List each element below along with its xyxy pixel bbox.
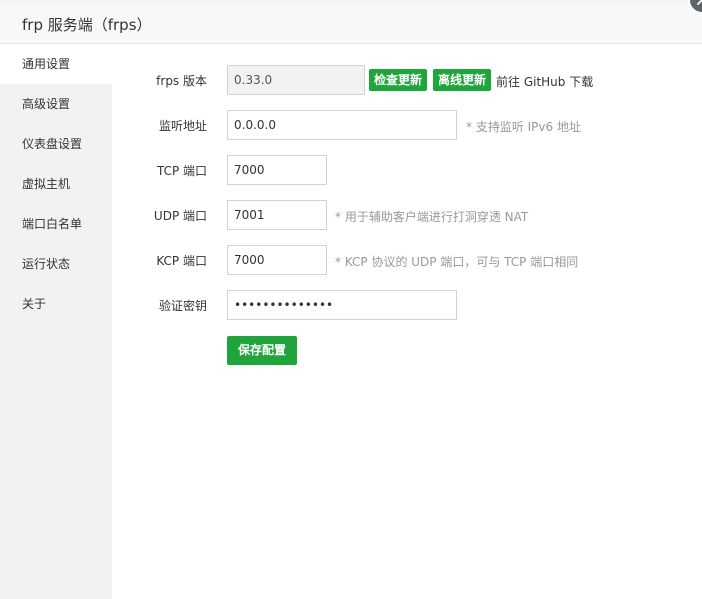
sidebar-item-status[interactable]: 运行状态 <box>0 244 112 284</box>
kcp-port-input[interactable] <box>227 245 327 275</box>
window-titlebar: frp 服务端（frps） <box>0 4 702 44</box>
sidebar-item-label: 虚拟主机 <box>22 177 71 191</box>
token-label: 验证密钥 <box>158 299 207 313</box>
sidebar-item-port-whitelist[interactable]: 端口白名单 <box>0 204 112 244</box>
udp-port-row: UDP 端口 * 用于辅助客户端进行打洞穿透 NAT <box>112 200 702 230</box>
udp-port-input[interactable] <box>227 200 327 230</box>
github-download-link[interactable]: 前往 GitHub 下载 <box>496 73 593 90</box>
sidebar-item-general[interactable]: 通用设置 <box>0 44 112 84</box>
kcp-port-row: KCP 端口 * KCP 协议的 UDP 端口，可与 TCP 端口相同 <box>112 245 702 275</box>
kcp-port-hint: * KCP 协议的 UDP 端口，可与 TCP 端口相同 <box>335 255 579 269</box>
sidebar-item-label: 通用设置 <box>22 57 71 71</box>
sidebar-item-advanced[interactable]: 高级设置 <box>0 84 112 124</box>
sidebar-item-label: 高级设置 <box>22 97 71 111</box>
save-config-button[interactable]: 保存配置 <box>227 336 297 365</box>
listen-addr-row: 监听地址 * 支持监听 IPv6 地址 <box>112 110 702 140</box>
sidebar-item-label: 关于 <box>22 297 47 311</box>
tcp-port-label: TCP 端口 <box>156 164 207 178</box>
frps-settings-window: frp 服务端（frps） 通用设置 高级设置 仪表盘设置 虚拟主机 端口白名单… <box>0 0 702 599</box>
check-update-button[interactable]: 检查更新 <box>369 69 428 91</box>
sidebar-item-about[interactable]: 关于 <box>0 284 112 324</box>
listen-addr-input[interactable] <box>227 110 457 140</box>
udp-port-hint: * 用于辅助客户端进行打洞穿透 NAT <box>335 210 529 224</box>
token-row: 验证密钥 <box>112 290 702 320</box>
window-title: frp 服务端（frps） <box>22 16 152 34</box>
sidebar-item-vhost[interactable]: 虚拟主机 <box>0 164 112 204</box>
sidebar-item-label: 运行状态 <box>22 257 71 271</box>
listen-addr-label: 监听地址 <box>158 119 207 133</box>
sidebar-item-label: 端口白名单 <box>22 217 83 231</box>
sidebar: 通用设置 高级设置 仪表盘设置 虚拟主机 端口白名单 运行状态 关于 <box>0 44 112 599</box>
sidebar-item-label: 仪表盘设置 <box>22 137 83 151</box>
version-field <box>227 65 365 95</box>
sidebar-item-dashboard[interactable]: 仪表盘设置 <box>0 124 112 164</box>
token-input[interactable] <box>227 290 457 320</box>
tcp-port-row: TCP 端口 <box>112 155 702 185</box>
listen-addr-hint: * 支持监听 IPv6 地址 <box>466 120 581 134</box>
kcp-port-label: KCP 端口 <box>156 254 207 268</box>
version-row: frps 版本 检查更新 离线更新 前往 GitHub 下载 <box>112 65 702 95</box>
settings-form: frps 版本 检查更新 离线更新 前往 GitHub 下载 监听地址 * 支持… <box>112 44 702 599</box>
offline-update-button[interactable]: 离线更新 <box>433 69 492 91</box>
version-label: frps 版本 <box>156 74 207 88</box>
udp-port-label: UDP 端口 <box>153 209 207 223</box>
close-icon <box>697 0 702 5</box>
tcp-port-input[interactable] <box>227 155 327 185</box>
